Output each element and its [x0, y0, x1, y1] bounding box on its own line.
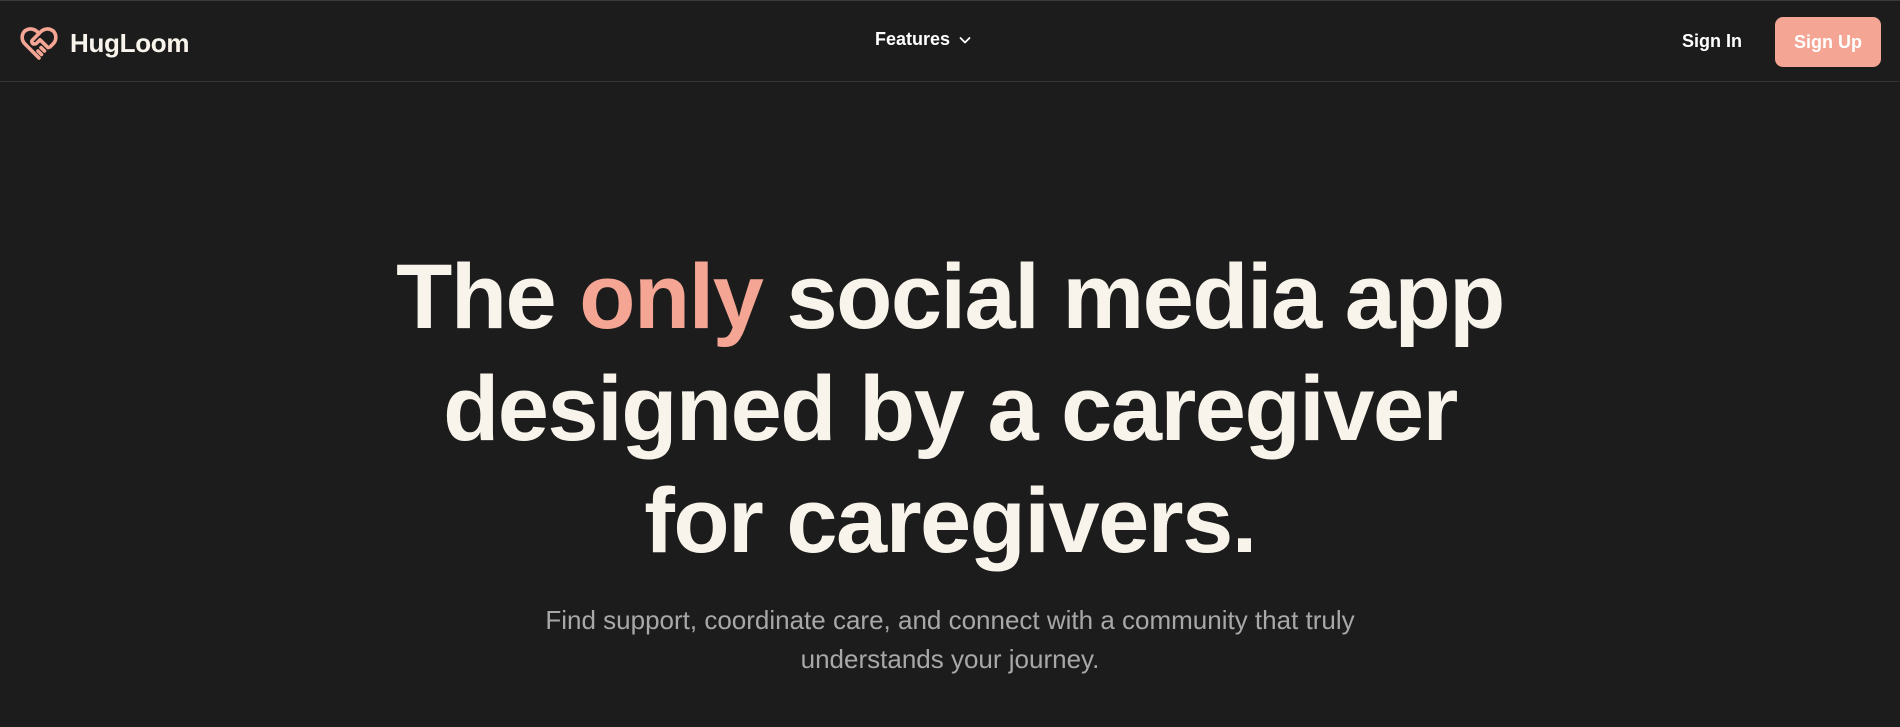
- headline-line-3: for caregivers.: [644, 470, 1257, 572]
- headline-line-1: The only social media app: [0, 241, 1900, 353]
- sign-in-link[interactable]: Sign In: [1682, 31, 1742, 52]
- hero-subtitle: Find support, coordinate care, and conne…: [500, 601, 1400, 679]
- headline-word-the: The: [396, 246, 557, 348]
- hero-headline: The only social media app designed by a …: [0, 241, 1900, 577]
- chevron-down-icon: [958, 33, 972, 47]
- page: HugLoom Features Sign In Sign Up The onl…: [0, 0, 1900, 727]
- sign-up-button[interactable]: Sign Up: [1775, 17, 1881, 67]
- headline-line-1-rest: social media app: [786, 246, 1505, 348]
- subtitle-line-1: Find support, coordinate care, and conne…: [545, 605, 1355, 635]
- subtitle-line-2: understands your journey.: [800, 644, 1100, 674]
- features-label: Features: [875, 29, 951, 49]
- top-navbar: HugLoom Features Sign In Sign Up: [0, 1, 1900, 82]
- hero-section: The only social media app designed by a …: [0, 241, 1900, 679]
- features-dropdown[interactable]: Features: [875, 29, 972, 50]
- headline-accent-word: only: [579, 246, 764, 348]
- brand-logo-link[interactable]: HugLoom: [20, 23, 190, 63]
- headline-line-2: designed by a caregiver: [443, 358, 1458, 460]
- heart-handshake-icon: [20, 25, 58, 61]
- brand-name: HugLoom: [70, 27, 190, 58]
